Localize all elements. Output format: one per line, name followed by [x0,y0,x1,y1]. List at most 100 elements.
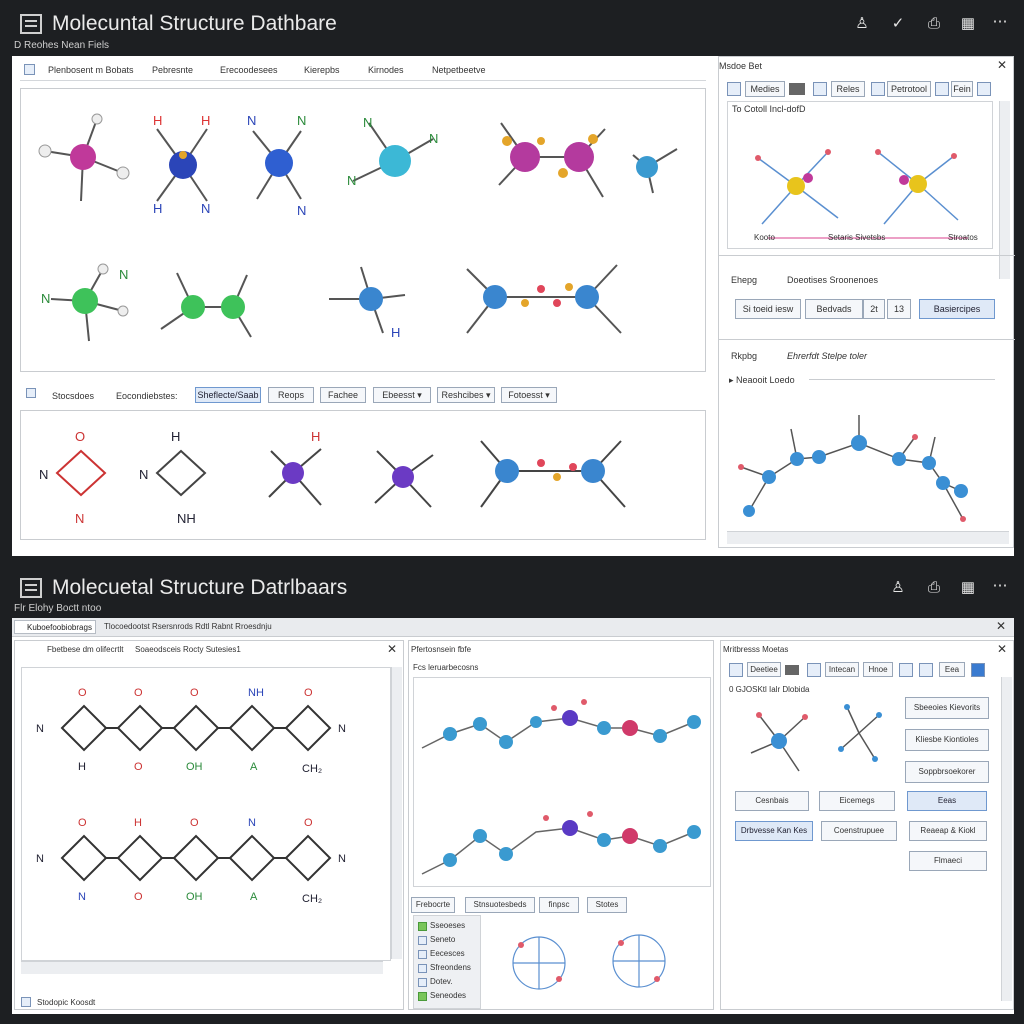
list-item[interactable]: Seneodes [416,990,476,1004]
section1-button-3[interactable]: 2t [863,299,885,319]
top-tabbar: Plenbosent m Bobats Pebresnte Erecoodese… [20,60,706,81]
svg-text:N: N [338,853,346,865]
svg-text:O: O [134,891,143,903]
bm-list: Sseoeses Seneto Eecesces Sfreondens Dote… [413,915,481,1009]
br-button-1[interactable]: Sbeeoies Kievorits [905,697,989,719]
bl-hscroll[interactable] [21,961,383,974]
user-icon[interactable]: ♙ [854,16,870,32]
br-vscroll[interactable] [1001,677,1012,1001]
bm-button-3[interactable]: finpsc [539,897,579,913]
share-icon[interactable]: ⎙ [926,16,942,32]
br-button-5[interactable]: Eicemegs [819,791,895,811]
check-icon[interactable]: ✓ [890,16,906,32]
bm-button-4[interactable]: Stotes [587,897,627,913]
section1-button-1[interactable]: Si toeid iesw [735,299,801,319]
svg-text:H: H [134,817,142,829]
windows-icon[interactable]: ▦ [960,16,976,32]
br-tab-4[interactable]: Eea [939,662,965,677]
right-hscroll[interactable] [727,531,1009,544]
filter-button-3[interactable]: Fachee [320,387,366,403]
filter-button-2[interactable]: Reops [268,387,314,403]
svg-text:O: O [75,429,85,444]
divider-2 [719,339,1015,340]
image-icon-2[interactable] [807,663,821,677]
molecule-grid-drawing: H H H N N N N N N N N N H [38,113,678,342]
br-tab-2[interactable]: Intecan [825,662,859,677]
bl-vscroll[interactable] [391,667,402,959]
dark-chip-icon-2[interactable] [785,665,799,675]
svg-text:N: N [201,201,210,216]
filter-dropdown-2[interactable]: Reshcibes ▾ [437,387,495,403]
svg-text:N: N [39,467,48,482]
svg-text:O: O [78,817,87,829]
list-item[interactable]: Sfreondens [416,962,476,976]
svg-text:A: A [250,761,258,773]
svg-text:N: N [41,291,50,306]
more-icon[interactable]: ⋯ [992,14,1008,30]
tab-3[interactable]: Erecoodesees [220,65,278,75]
windows-icon-2[interactable]: ▦ [960,580,976,596]
close-icon-3[interactable]: ✕ [387,642,397,656]
filter-dropdown-1[interactable]: Ebeesst ▾ [373,387,431,403]
close-icon-4[interactable]: ✕ [997,642,1007,656]
chart-icon[interactable] [871,82,885,96]
tab-5[interactable]: Kirnodes [368,65,404,75]
br-button-10[interactable]: Flmaeci [909,851,987,871]
tab-2[interactable]: Pebresnte [152,65,193,75]
br-button-9[interactable]: Reaeap & Kiokl [909,821,987,841]
share-icon-2[interactable]: ⎙ [926,580,942,596]
br-tab-1[interactable]: Deetiee [747,662,781,677]
photo-icon[interactable] [935,82,949,96]
molecule-icon-2[interactable] [729,663,743,677]
br-button-6[interactable]: Eeas [907,791,987,811]
br-button-8[interactable]: Coenstrupuee [821,821,897,841]
right-tab-2[interactable]: Reles [831,81,865,97]
filter-button-1[interactable]: Sheflecte/Saab [195,387,261,403]
right-tab-1[interactable]: Medies [745,81,785,97]
tab-1[interactable]: Plenbosent m Bobats [48,65,134,75]
section2-label: Rkpbg [731,351,758,361]
filter-dropdown-3[interactable]: Fotoesst ▾ [501,387,557,403]
app-title-2: Molecuetal Structure Datrlbaars [52,576,348,599]
bm-button-2[interactable]: Stnsuotesbeds [465,897,535,913]
image-icon[interactable] [813,82,827,96]
section1-button-2[interactable]: Bedvads [805,299,863,319]
grid-icon-2[interactable] [919,663,933,677]
other-tabs[interactable]: Tlocoedootst Rsersnrods Rdtl Rabnt Rroes… [104,622,272,631]
bm-button-1[interactable]: Frebocrte [411,897,455,913]
section1-button-5[interactable]: Basiercipes [919,299,995,319]
list-item[interactable]: Dotev. [416,976,476,990]
svg-text:NH: NH [177,511,196,526]
right-tab-3[interactable]: Petrotool [887,81,931,97]
br-button-4[interactable]: Cesnbais [735,791,809,811]
svg-text:H: H [153,201,162,216]
molecule-icon[interactable] [727,82,741,96]
br-button-3[interactable]: Soppbrsoekorer [905,761,989,783]
list-item[interactable]: Eecesces [416,948,476,962]
list-item[interactable]: Seneto [416,934,476,948]
more-icon-2[interactable]: ⋯ [992,578,1008,594]
settings-icon[interactable] [977,82,991,96]
app-grid-icon-2 [20,578,42,598]
active-tab[interactable]: Kuboefoobiobrags [14,620,96,634]
right-preview: To Cotoll Incl-dofD Kooto Setaris Sivets… [727,101,993,249]
tab-6[interactable]: Netpetbeetve [432,65,486,75]
right-scrollbar[interactable] [999,101,1010,279]
dark-chip-icon[interactable] [789,83,805,95]
results-panel: O N N H N NH H [20,410,706,540]
section1-button-4[interactable]: 13 [887,299,911,319]
br-tab-3[interactable]: Hnoe [863,662,893,677]
br-button-7[interactable]: Drbvesse Kan Kes [735,821,813,841]
edit-icon[interactable] [971,663,985,677]
list-item[interactable]: Sseoeses [416,920,476,934]
right-tab-4[interactable]: Fein [951,81,973,97]
br-button-2[interactable]: Kliesbe Kiontioles [905,729,989,751]
user-icon-2[interactable]: ♙ [890,580,906,596]
close-icon-2[interactable]: ✕ [996,619,1006,633]
close-icon[interactable]: ✕ [997,58,1007,72]
svg-text:H: H [201,113,210,128]
tab-4[interactable]: Kierepbs [304,65,340,75]
bl-subtitle: Soaeodsceis Rocty Sutesies1 [135,645,241,654]
photo-icon-2[interactable] [899,663,913,677]
svg-text:N: N [297,203,306,218]
